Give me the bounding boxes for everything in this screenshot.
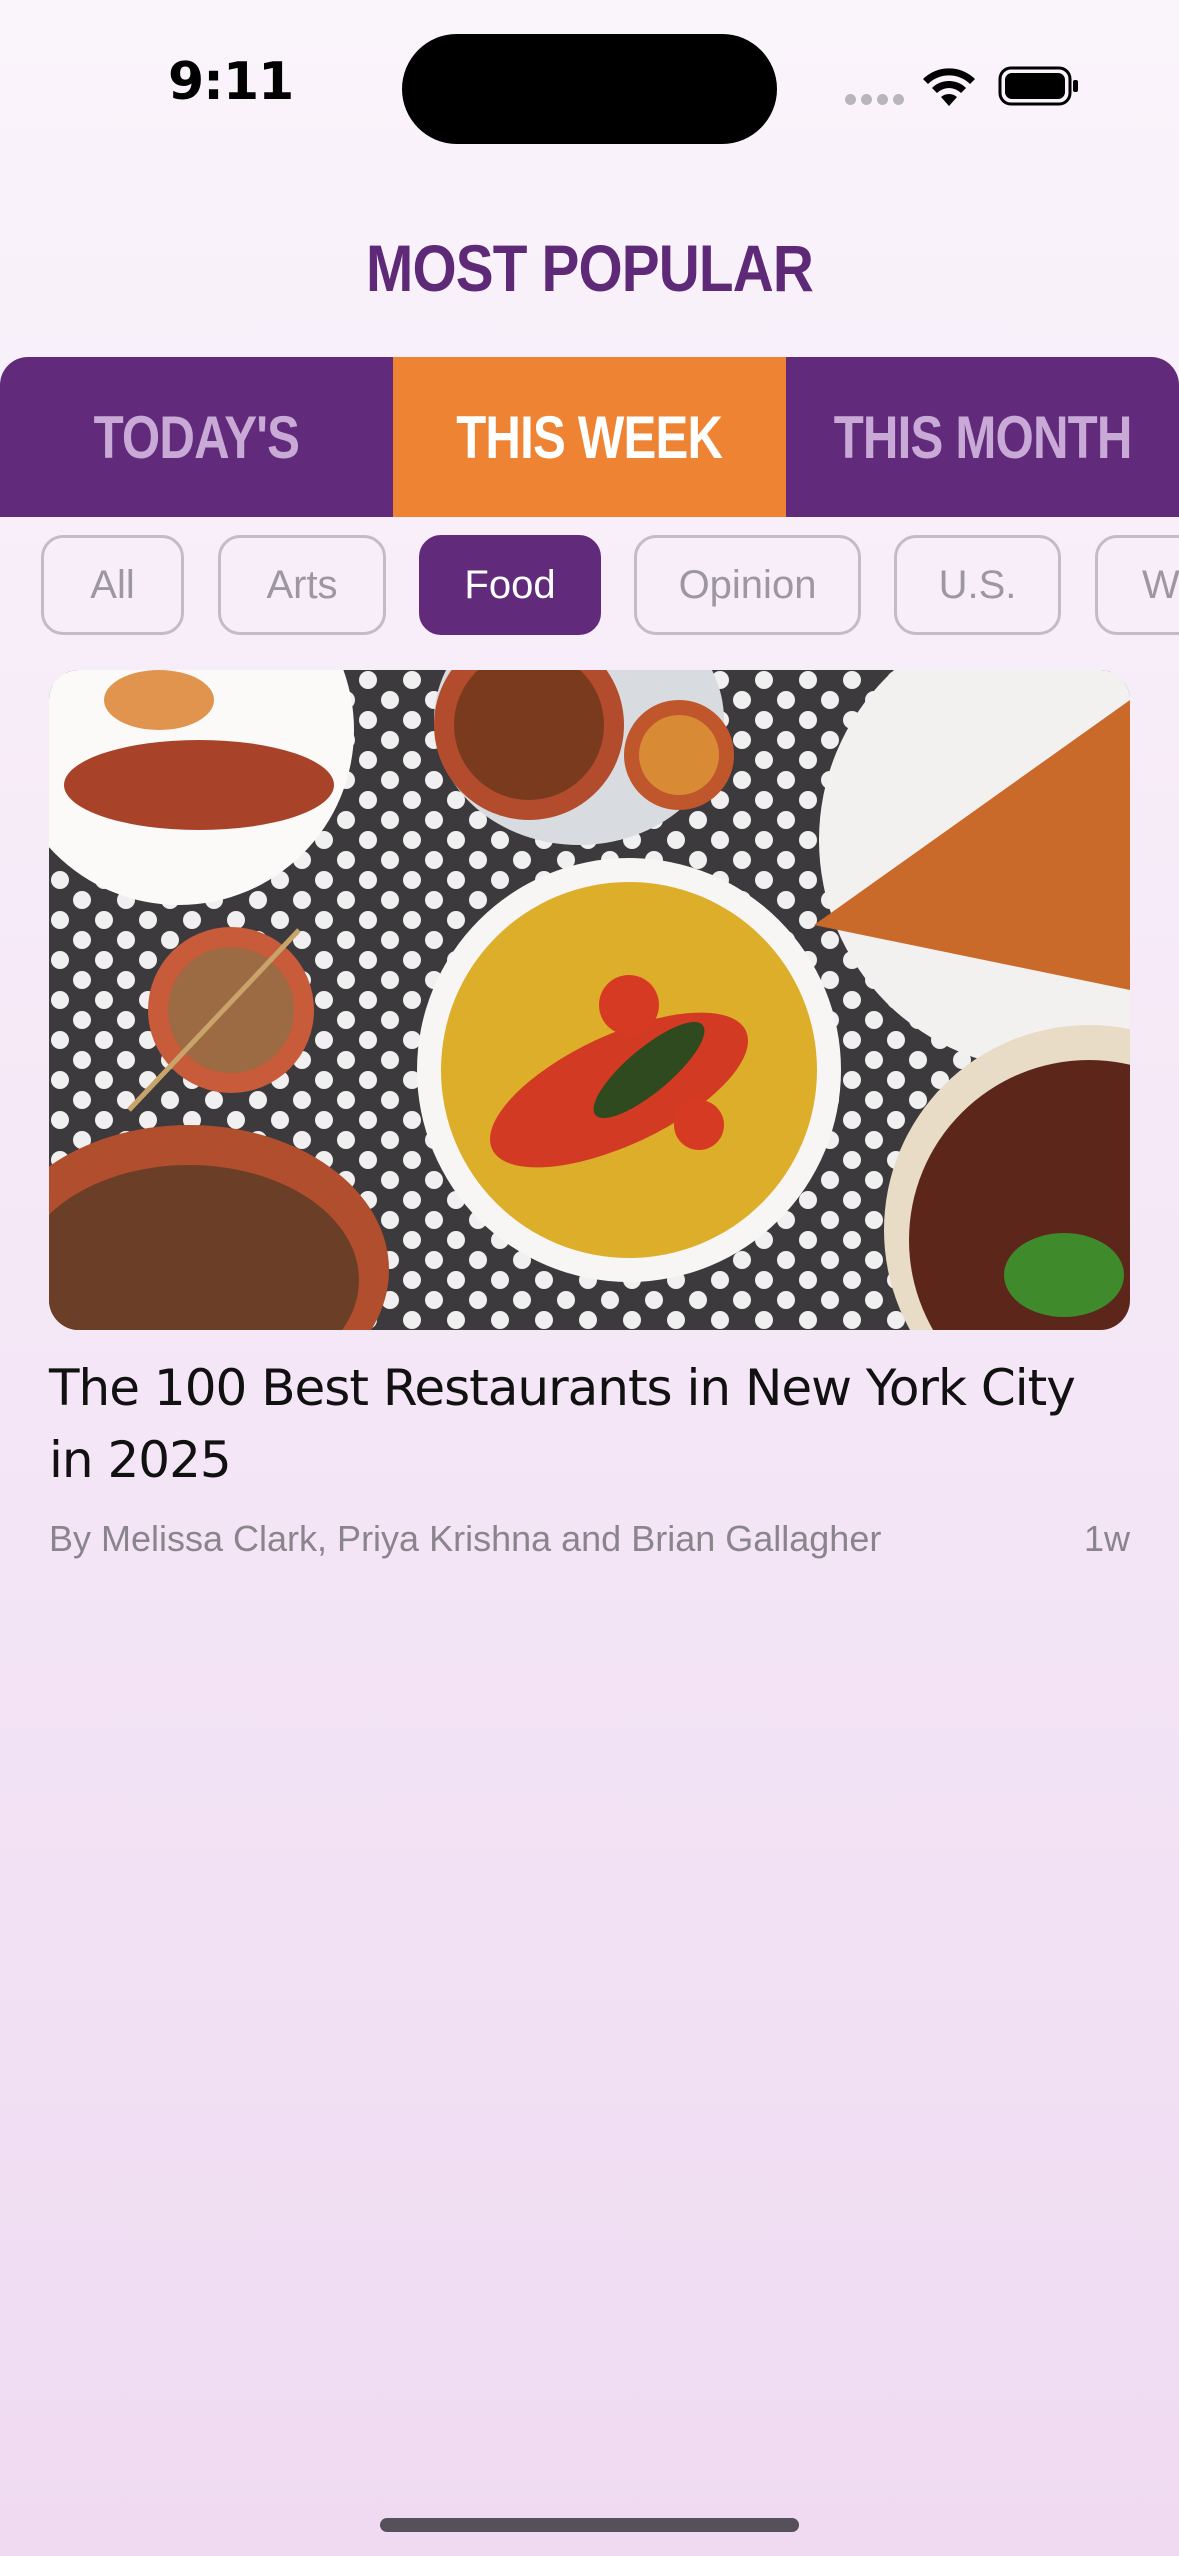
food-photo (49, 670, 1130, 1330)
time-range-tabs: TODAY'S THIS WEEK THIS MONTH (0, 357, 1179, 517)
dynamic-island (402, 34, 777, 144)
article-byline: By Melissa Clark, Priya Krishna and Bria… (49, 1518, 882, 1559)
wifi-icon (923, 68, 975, 106)
status-time: 9:11 (168, 52, 294, 112)
chip-world[interactable]: World (1095, 535, 1179, 635)
battery-icon (998, 66, 1078, 106)
cellular-signal-icon (845, 94, 905, 108)
article-timestamp: 1w (1083, 1518, 1130, 1559)
chip-all[interactable]: All (41, 535, 184, 635)
chip-opinion[interactable]: Opinion (634, 535, 861, 635)
chip-us[interactable]: U.S. (894, 535, 1061, 635)
tab-this-month[interactable]: THIS MONTH (786, 357, 1179, 517)
tab-this-week[interactable]: THIS WEEK (393, 357, 786, 517)
home-indicator[interactable] (380, 2518, 799, 2532)
category-filter-bar: All Arts Food Opinion U.S. World (0, 535, 1179, 635)
tab-todays[interactable]: TODAY'S (0, 357, 393, 517)
article-image[interactable] (49, 670, 1130, 1330)
tab-label: THIS WEEK (456, 403, 724, 471)
status-bar: 9:11 (0, 0, 1179, 160)
page-title: MOST POPULAR (366, 231, 814, 305)
article-headline[interactable]: The 100 Best Restaurants in New York Cit… (49, 1352, 1130, 1496)
chip-food[interactable]: Food (419, 535, 601, 635)
chip-arts[interactable]: Arts (218, 535, 386, 635)
tab-label: THIS MONTH (833, 403, 1133, 471)
tab-label: TODAY'S (93, 403, 300, 471)
